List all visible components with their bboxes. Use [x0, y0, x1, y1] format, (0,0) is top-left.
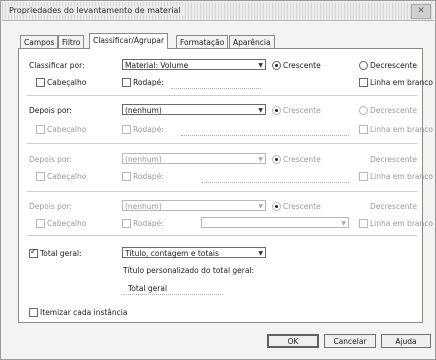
sort1-descending-radio[interactable] [359, 61, 368, 70]
sort-group-panel [18, 48, 423, 323]
help-button[interactable]: Ajuda [381, 334, 431, 348]
sort1-footer-field[interactable] [171, 88, 261, 89]
chevron-down-icon: ▼ [258, 250, 263, 257]
then-by-2-select[interactable]: (nenhum) ▼ [122, 153, 266, 164]
grand-total-label: Total geral: [40, 249, 82, 258]
chevron-down-icon: ▼ [258, 203, 263, 210]
sort3-footer-label: Rodapé: [133, 172, 164, 181]
sort1-footer-checkbox[interactable] [122, 78, 131, 87]
sort3-blank-line-checkbox[interactable] [359, 172, 368, 181]
sort4-ascending-label: Crescente [283, 202, 321, 211]
sort3-blank-line-label: Linha em branco [370, 172, 433, 181]
sort1-ascending-label: Crescente [283, 61, 321, 70]
sort4-header-label: Cabeçalho [47, 219, 87, 228]
sort-by-select[interactable]: Material: Volume ▼ [122, 59, 266, 70]
chevron-down-icon: ▼ [258, 156, 263, 163]
sort4-footer-field[interactable]: ▼ [201, 217, 349, 228]
cancel-button[interactable]: Cancelar [324, 334, 376, 348]
custom-total-title-label: Título personalizado do total geral: [123, 266, 255, 275]
divider [27, 95, 417, 96]
title-bar[interactable]: Propriedades do levantamento de material… [2, 2, 434, 21]
sort4-blank-line-checkbox[interactable] [359, 219, 368, 228]
sort2-blank-line-label: Linha em branco [370, 125, 433, 134]
sort3-descending-label: Decrescente [370, 155, 417, 164]
grand-total-select[interactable]: Título, contagem e totais ▼ [122, 247, 266, 258]
sort1-descending-label: Decrescente [370, 61, 417, 70]
sort2-blank-line-checkbox[interactable] [359, 125, 368, 134]
sort1-header-label: Cabeçalho [47, 78, 87, 87]
then-by-1-select[interactable]: (nenhum) ▼ [122, 104, 266, 115]
sort2-footer-field[interactable] [181, 135, 349, 136]
sort2-ascending-radio[interactable] [272, 106, 281, 115]
window-title: Propriedades do levantamento de material [7, 6, 183, 15]
sort2-footer-label: Rodapé: [133, 125, 164, 134]
properties-dialog: Propriedades do levantamento de material… [0, 0, 436, 360]
sort1-header-checkbox[interactable] [36, 78, 45, 87]
custom-total-title-input[interactable]: Total geral [128, 284, 167, 293]
sort3-ascending-label: Crescente [283, 155, 321, 164]
sort1-blank-line-label: Linha em branco [370, 78, 433, 87]
chevron-down-icon: ▼ [341, 220, 346, 227]
sort3-header-checkbox[interactable] [36, 172, 45, 181]
then-by-1-label: Depois por: [29, 106, 72, 115]
sort4-descending-label: Decrescente [370, 202, 417, 211]
divider [27, 143, 417, 144]
sort-by-label: Classificar por: [29, 61, 85, 70]
sort3-header-label: Cabeçalho [47, 172, 87, 181]
close-button[interactable]: ✕ [411, 4, 431, 19]
grand-total-checkbox[interactable] [29, 247, 38, 258]
then-by-3-label: Depois por: [29, 202, 72, 211]
sort3-footer-checkbox[interactable] [122, 172, 131, 181]
sort2-footer-checkbox[interactable] [122, 125, 131, 134]
chevron-down-icon: ▼ [258, 107, 263, 114]
divider [27, 191, 417, 192]
sort4-footer-checkbox[interactable] [122, 219, 131, 228]
sort2-ascending-label: Crescente [283, 106, 321, 115]
itemize-label: Itemizar cada instância [40, 308, 128, 317]
tab-formatacao[interactable]: Formatação [176, 35, 229, 49]
then-by-3-select[interactable]: (nenhum) ▼ [122, 200, 266, 211]
sort2-header-label: Cabeçalho [47, 125, 87, 134]
ok-button[interactable]: OK [267, 334, 319, 348]
divider [27, 235, 417, 236]
sort3-ascending-radio[interactable] [272, 155, 281, 164]
tab-filtro[interactable]: Filtro [58, 35, 85, 49]
close-icon: ✕ [417, 6, 425, 16]
sort3-footer-field[interactable] [201, 182, 349, 183]
chevron-down-icon: ▼ [258, 62, 263, 69]
custom-total-title-underline [123, 294, 223, 295]
sort2-descending-label: Decrescente [370, 106, 417, 115]
sort4-ascending-radio[interactable] [272, 202, 281, 211]
sort4-blank-line-label: Linha em branco [370, 219, 433, 228]
sort2-descending-radio[interactable] [359, 106, 368, 115]
tab-campos[interactable]: Campos [20, 35, 59, 49]
itemize-checkbox[interactable] [29, 308, 38, 317]
sort4-header-checkbox[interactable] [36, 219, 45, 228]
sort1-ascending-radio[interactable] [272, 61, 281, 70]
sort4-footer-label: Rodapé: [133, 219, 164, 228]
sort2-header-checkbox[interactable] [36, 125, 45, 134]
sort1-blank-line-checkbox[interactable] [359, 78, 368, 87]
tab-classificar-agrupar[interactable]: Classificar/Agrupar [89, 33, 169, 49]
sort1-footer-label: Rodapé: [133, 78, 164, 87]
then-by-2-label: Depois por: [29, 155, 72, 164]
tab-aparencia[interactable]: Aparência [229, 35, 275, 49]
